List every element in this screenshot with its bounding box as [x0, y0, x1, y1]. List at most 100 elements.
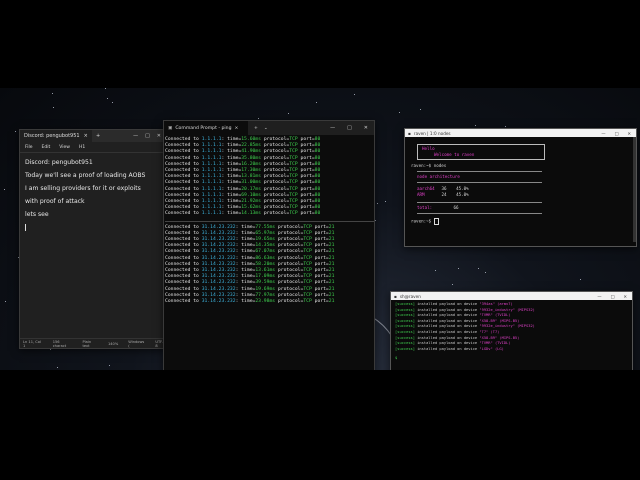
- ping-prefix: Connected to: [165, 224, 199, 230]
- cursor: [433, 218, 439, 225]
- menu-heading[interactable]: H1: [79, 145, 85, 150]
- ping-host: 31.14.23.232: [201, 237, 236, 243]
- terminal-output[interactable]: Connected to 1.1.1.1: time=15.60ms proto…: [164, 135, 374, 305]
- device-name: "TVMR": [479, 341, 493, 346]
- close-icon[interactable]: ✕: [623, 294, 627, 299]
- ping-protocol: TCP: [303, 243, 312, 249]
- star: [435, 270, 436, 271]
- ping-time: 21.92ms: [241, 199, 261, 205]
- chevron-down-icon[interactable]: ⌄: [264, 126, 268, 131]
- star: [420, 109, 421, 110]
- welcome-banner: Hello Welcome to raven: [417, 144, 545, 160]
- star: [50, 349, 51, 350]
- minimize-icon[interactable]: —: [601, 131, 605, 136]
- ping-host: 31.14.23.232: [201, 230, 236, 236]
- star: [580, 279, 581, 280]
- ping-protocol: TCP: [303, 237, 312, 243]
- maximize-icon[interactable]: □: [611, 294, 615, 299]
- ping-time: 23.98ms: [255, 299, 276, 305]
- payload-message: installed payload on device: [414, 302, 480, 306]
- scrollbar[interactable]: [633, 137, 636, 242]
- close-icon[interactable]: ✕: [157, 133, 161, 139]
- payload-terminal-output[interactable]: [success] installed payload on device "3…: [391, 300, 632, 364]
- ping-protocol: TCP: [289, 205, 298, 211]
- success-tag: [success]: [395, 307, 415, 312]
- text-line: I am selling providers for it or exploit…: [25, 185, 141, 192]
- notepad-editor[interactable]: Discord: pengubot951 Today we'll see a p…: [20, 153, 165, 231]
- minimize-icon[interactable]: —: [133, 133, 138, 139]
- ping-port: 80: [314, 149, 321, 155]
- payload-message: installed payload on device: [414, 313, 480, 318]
- minimize-icon[interactable]: —: [330, 125, 335, 131]
- sh2-titlebar: ▪ sh@raven — □ ✕: [391, 292, 632, 300]
- menu-file[interactable]: File: [25, 145, 33, 150]
- maximize-icon[interactable]: □: [145, 133, 150, 139]
- command-prompt-window[interactable]: ▣ Command Prompt - ping × + ⌄ — □ ✕ Conn…: [163, 120, 375, 370]
- ping-host: 1.1.1.1: [201, 174, 222, 180]
- ping-port: 80: [314, 161, 321, 167]
- ping-time: 14.35ms: [255, 243, 276, 249]
- terminal-icon: ▪: [394, 293, 397, 299]
- ping-time: 13.61ms: [255, 268, 276, 274]
- minimize-icon[interactable]: —: [597, 294, 601, 299]
- ping-host: 1.1.1.1: [201, 143, 222, 149]
- ping-prefix: Connected to: [165, 161, 199, 167]
- ping-time: 41.90ms: [241, 149, 261, 155]
- ping-prefix: Connected to: [165, 143, 199, 149]
- payload-terminal-window[interactable]: ▪ sh@raven — □ ✕ [success] installed pay…: [390, 291, 633, 370]
- close-icon[interactable]: ✕: [627, 131, 631, 136]
- ping-protocol: TCP: [303, 261, 312, 267]
- ping-port: 21: [328, 292, 335, 298]
- shell-prompt: $: [395, 356, 398, 361]
- ping-host: 1.1.1.1: [201, 199, 222, 205]
- arch-percent: 45.0%: [456, 186, 469, 191]
- ping-prefix: Connected to: [165, 274, 199, 280]
- ping-host: 1.1.1.1: [201, 149, 222, 155]
- raven-terminal-window[interactable]: ▪ raven | 1:0 nodes — □ ✕ Hello Welcome …: [404, 128, 637, 247]
- device-arch: (LG): [494, 346, 504, 351]
- menu-view[interactable]: View: [59, 145, 70, 150]
- success-tag: [success]: [395, 335, 415, 340]
- device-arch: (armv7): [497, 302, 513, 306]
- total-label: total:: [417, 205, 433, 210]
- ping-host: 31.14.23.232: [201, 249, 236, 255]
- ping-protocol: TCP: [303, 255, 312, 261]
- ping-port: 21: [328, 255, 335, 261]
- tab-close-icon[interactable]: ×: [235, 126, 239, 131]
- maximize-icon[interactable]: □: [615, 131, 619, 136]
- terminal-tab[interactable]: ▣ Command Prompt - ping ×: [164, 121, 248, 135]
- raven-terminal-output[interactable]: Hello Welcome to raven raven:~$ nodes no…: [405, 137, 636, 242]
- star: [377, 203, 378, 204]
- status-chars: 156 charact: [52, 339, 67, 348]
- close-icon[interactable]: ✕: [364, 125, 368, 131]
- star: [109, 365, 110, 366]
- ping-time: 22.85ms: [241, 143, 261, 149]
- new-tab-button[interactable]: +: [96, 133, 100, 139]
- ping-host: 1.1.1.1: [201, 211, 222, 217]
- star: [505, 126, 506, 127]
- terminal-tab-title: Command Prompt - ping: [175, 125, 232, 131]
- ping-time: 13.81ms: [241, 174, 261, 180]
- ping-time: 58.20ms: [255, 261, 276, 267]
- tab-close-icon[interactable]: ×: [84, 133, 88, 139]
- notepad-window[interactable]: Discord: pengubot951 × + — □ ✕ File Edit…: [19, 129, 166, 349]
- ping-port: 21: [328, 243, 335, 249]
- new-tab-button[interactable]: +: [254, 126, 258, 131]
- maximize-icon[interactable]: □: [347, 125, 352, 131]
- window-controls: — □ ✕: [133, 133, 165, 139]
- ping-prefix: Connected to: [165, 168, 199, 174]
- star: [52, 93, 53, 94]
- ping-host: 1.1.1.1: [201, 155, 222, 161]
- ping-host: 1.1.1.1: [201, 180, 222, 186]
- ping-host: 1.1.1.1: [201, 161, 222, 167]
- notepad-tab[interactable]: Discord: pengubot951 ×: [20, 130, 92, 142]
- ping-host: 31.14.23.232: [201, 255, 236, 261]
- device-name: "394as": [479, 302, 495, 306]
- menu-edit[interactable]: Edit: [42, 145, 51, 150]
- total-value: 66: [453, 205, 459, 210]
- ping-host: 31.14.23.232: [201, 299, 236, 305]
- ping-prefix: Connected to: [165, 230, 199, 236]
- pane-divider: [165, 218, 374, 222]
- status-position: Ln 11, Col 1: [23, 339, 41, 348]
- ping-prefix: Connected to: [165, 186, 199, 192]
